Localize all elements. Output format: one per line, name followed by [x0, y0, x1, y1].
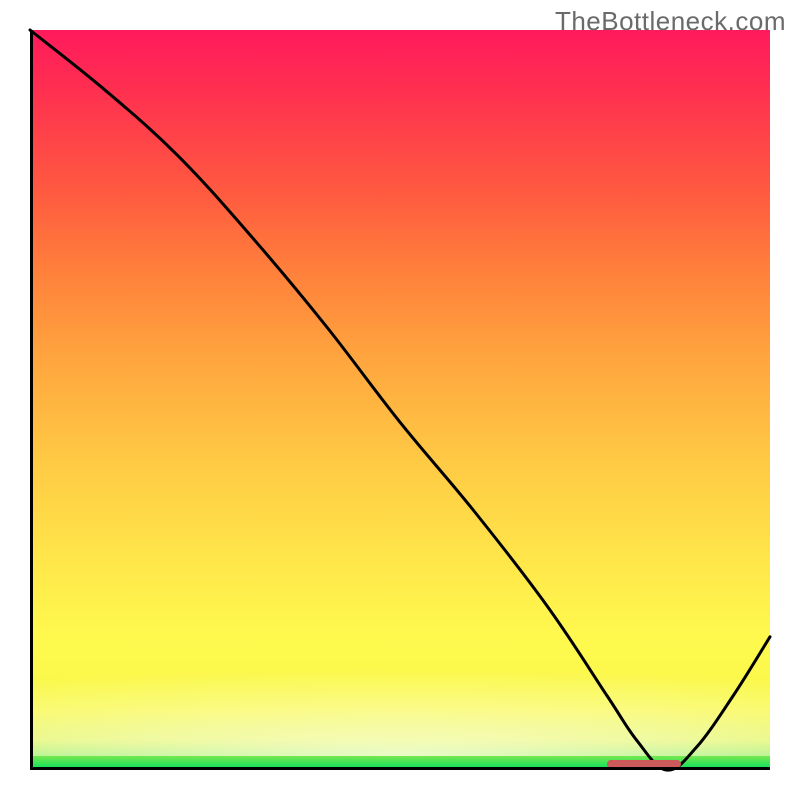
curve-svg: [30, 30, 770, 770]
bottleneck-curve-path: [30, 30, 770, 770]
x-axis: [30, 767, 770, 770]
bottleneck-chart: TheBottleneck.com: [0, 0, 800, 800]
watermark-label: TheBottleneck.com: [555, 6, 786, 37]
y-axis: [30, 30, 33, 770]
plot-area: [30, 30, 770, 770]
